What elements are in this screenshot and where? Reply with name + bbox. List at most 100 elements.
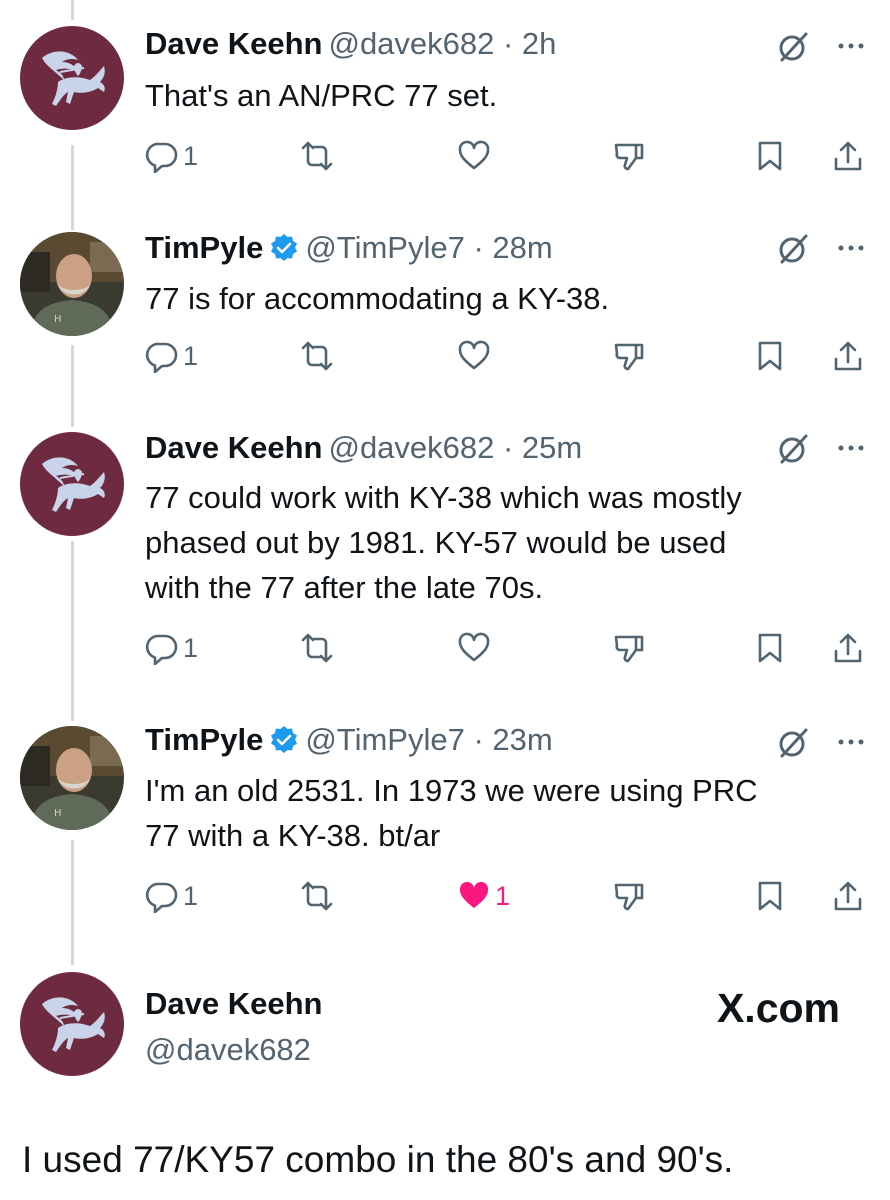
- heart-icon: [458, 340, 490, 370]
- action-bar: 1 1: [145, 876, 890, 916]
- share-icon: [834, 341, 862, 371]
- share-button[interactable]: [831, 336, 865, 376]
- more-icon[interactable]: [836, 238, 866, 258]
- tweet[interactable]: TimPyle @TimPyle7 · 23m I'm an old 2531. …: [0, 722, 890, 922]
- grok-icon[interactable]: [776, 232, 810, 266]
- avatar[interactable]: [20, 432, 124, 536]
- thumbs-down-icon: [614, 143, 644, 171]
- reply-button[interactable]: 1: [145, 876, 198, 916]
- bookmark-button[interactable]: [753, 876, 787, 916]
- more-icon[interactable]: [836, 732, 866, 752]
- grok-icon[interactable]: [776, 432, 810, 466]
- like-button[interactable]: [457, 136, 495, 176]
- retweet-icon: [301, 341, 333, 371]
- dislike-button[interactable]: [612, 136, 646, 176]
- reply-button[interactable]: 1: [145, 136, 198, 176]
- dislike-button[interactable]: [612, 628, 646, 668]
- retweet-button[interactable]: [300, 136, 334, 176]
- author-name[interactable]: TimPyle: [145, 230, 263, 265]
- profile-name[interactable]: Dave Keehn: [145, 986, 322, 1021]
- tweet[interactable]: Dave Keehn @davek682 · 25m 77 could work …: [0, 426, 890, 676]
- grok-icon[interactable]: [776, 726, 810, 760]
- profile-card[interactable]: Dave Keehn @davek682 X.com: [0, 972, 890, 1092]
- share-button[interactable]: [831, 628, 865, 668]
- verified-badge-icon: [271, 726, 298, 753]
- grok-icon[interactable]: [776, 30, 810, 64]
- share-icon: [834, 633, 862, 663]
- handle-time[interactable]: @davek682 · 25m: [328, 430, 582, 465]
- retweet-button[interactable]: [300, 628, 334, 668]
- reply-count: 1: [183, 340, 199, 371]
- bookmark-icon: [758, 881, 782, 911]
- bookmark-icon: [758, 633, 782, 663]
- retweet-icon: [301, 633, 333, 663]
- tweet-text-line: 77 with a KY-38. bt/ar: [145, 818, 441, 853]
- bookmark-button[interactable]: [753, 136, 787, 176]
- profile-handle[interactable]: @davek682: [145, 1032, 311, 1068]
- more-icon[interactable]: [836, 438, 866, 458]
- tweet[interactable]: TimPyle @TimPyle7 · 28m 77 is for accommo…: [0, 226, 890, 376]
- author-name[interactable]: Dave Keehn: [145, 430, 322, 465]
- verified-badge-icon: [271, 234, 298, 261]
- action-bar: 1: [145, 628, 890, 668]
- tweet[interactable]: Dave Keehn @davek682 · 2h That's an AN/PR…: [0, 26, 890, 176]
- like-button[interactable]: [457, 336, 495, 376]
- tweet-text-line: phased out by 1981. KY-57 would be used: [145, 525, 727, 560]
- retweet-icon: [301, 881, 333, 911]
- heart-icon: [458, 632, 490, 662]
- tweet-text: I'm an old 2531. In 1973 we were using P…: [145, 768, 850, 858]
- avatar[interactable]: [20, 726, 124, 830]
- heart-filled-icon: [459, 881, 489, 908]
- handle-time[interactable]: @davek682 · 2h: [328, 26, 556, 61]
- tweet-text-line: with the 77 after the late 70s.: [145, 570, 544, 605]
- bookmark-button[interactable]: [753, 336, 787, 376]
- profile-photo-avatar: [20, 726, 124, 830]
- thumbs-down-icon: [614, 343, 644, 371]
- reply-button[interactable]: 1: [145, 628, 198, 668]
- author-name[interactable]: TimPyle: [145, 722, 263, 757]
- retweet-button[interactable]: [300, 336, 334, 376]
- tweet-text-line: 77 could work with KY-38 which was mostl…: [145, 480, 742, 515]
- bookmark-icon: [758, 141, 782, 171]
- reply-count: 1: [183, 140, 199, 171]
- avatar[interactable]: [20, 972, 124, 1076]
- share-button[interactable]: [831, 136, 865, 176]
- bookmark-icon: [758, 341, 782, 371]
- reply-icon: [145, 882, 178, 913]
- more-icon[interactable]: [836, 36, 866, 56]
- action-bar: 1: [145, 336, 890, 376]
- reply-icon: [145, 342, 178, 373]
- share-icon: [834, 141, 862, 171]
- tweet-text-line: I'm an old 2531. In 1973 we were using P…: [145, 773, 758, 808]
- share-icon: [834, 881, 862, 911]
- action-bar: 1: [145, 136, 890, 176]
- caption-text: I used 77/KY57 combo in the 80's and 90'…: [22, 1139, 734, 1180]
- share-button[interactable]: [831, 876, 865, 916]
- profile-photo-avatar: [20, 232, 124, 336]
- author-name[interactable]: Dave Keehn: [145, 26, 322, 61]
- thumbs-down-icon: [614, 635, 644, 663]
- reply-icon: [145, 634, 178, 665]
- x-logo: X.com: [716, 985, 840, 1031]
- bookmark-button[interactable]: [753, 628, 787, 668]
- handle-time[interactable]: @TimPyle7 · 28m: [305, 230, 552, 265]
- retweet-button[interactable]: [300, 876, 334, 916]
- avatar[interactable]: [20, 232, 124, 336]
- thread-line: [71, 0, 74, 20]
- reply-button[interactable]: 1: [145, 336, 198, 376]
- tweet-text: That's an AN/PRC 77 set.: [145, 78, 498, 113]
- handle-time[interactable]: @TimPyle7 · 23m: [305, 722, 552, 757]
- retweet-icon: [301, 141, 333, 171]
- thumbs-down-icon: [614, 883, 644, 911]
- heart-icon: [458, 140, 490, 170]
- tweet-text: 77 is for accommodating a KY-38.: [145, 281, 610, 316]
- tweet-text: 77 could work with KY-38 which was mostl…: [145, 475, 850, 610]
- like-button[interactable]: 1: [457, 876, 510, 916]
- dislike-button[interactable]: [612, 336, 646, 376]
- pegasus-avatar-icon: [20, 432, 124, 536]
- pegasus-avatar-icon: [20, 26, 124, 130]
- like-button[interactable]: [457, 628, 495, 668]
- reply-count: 1: [183, 880, 199, 911]
- dislike-button[interactable]: [612, 876, 646, 916]
- avatar[interactable]: [20, 26, 124, 130]
